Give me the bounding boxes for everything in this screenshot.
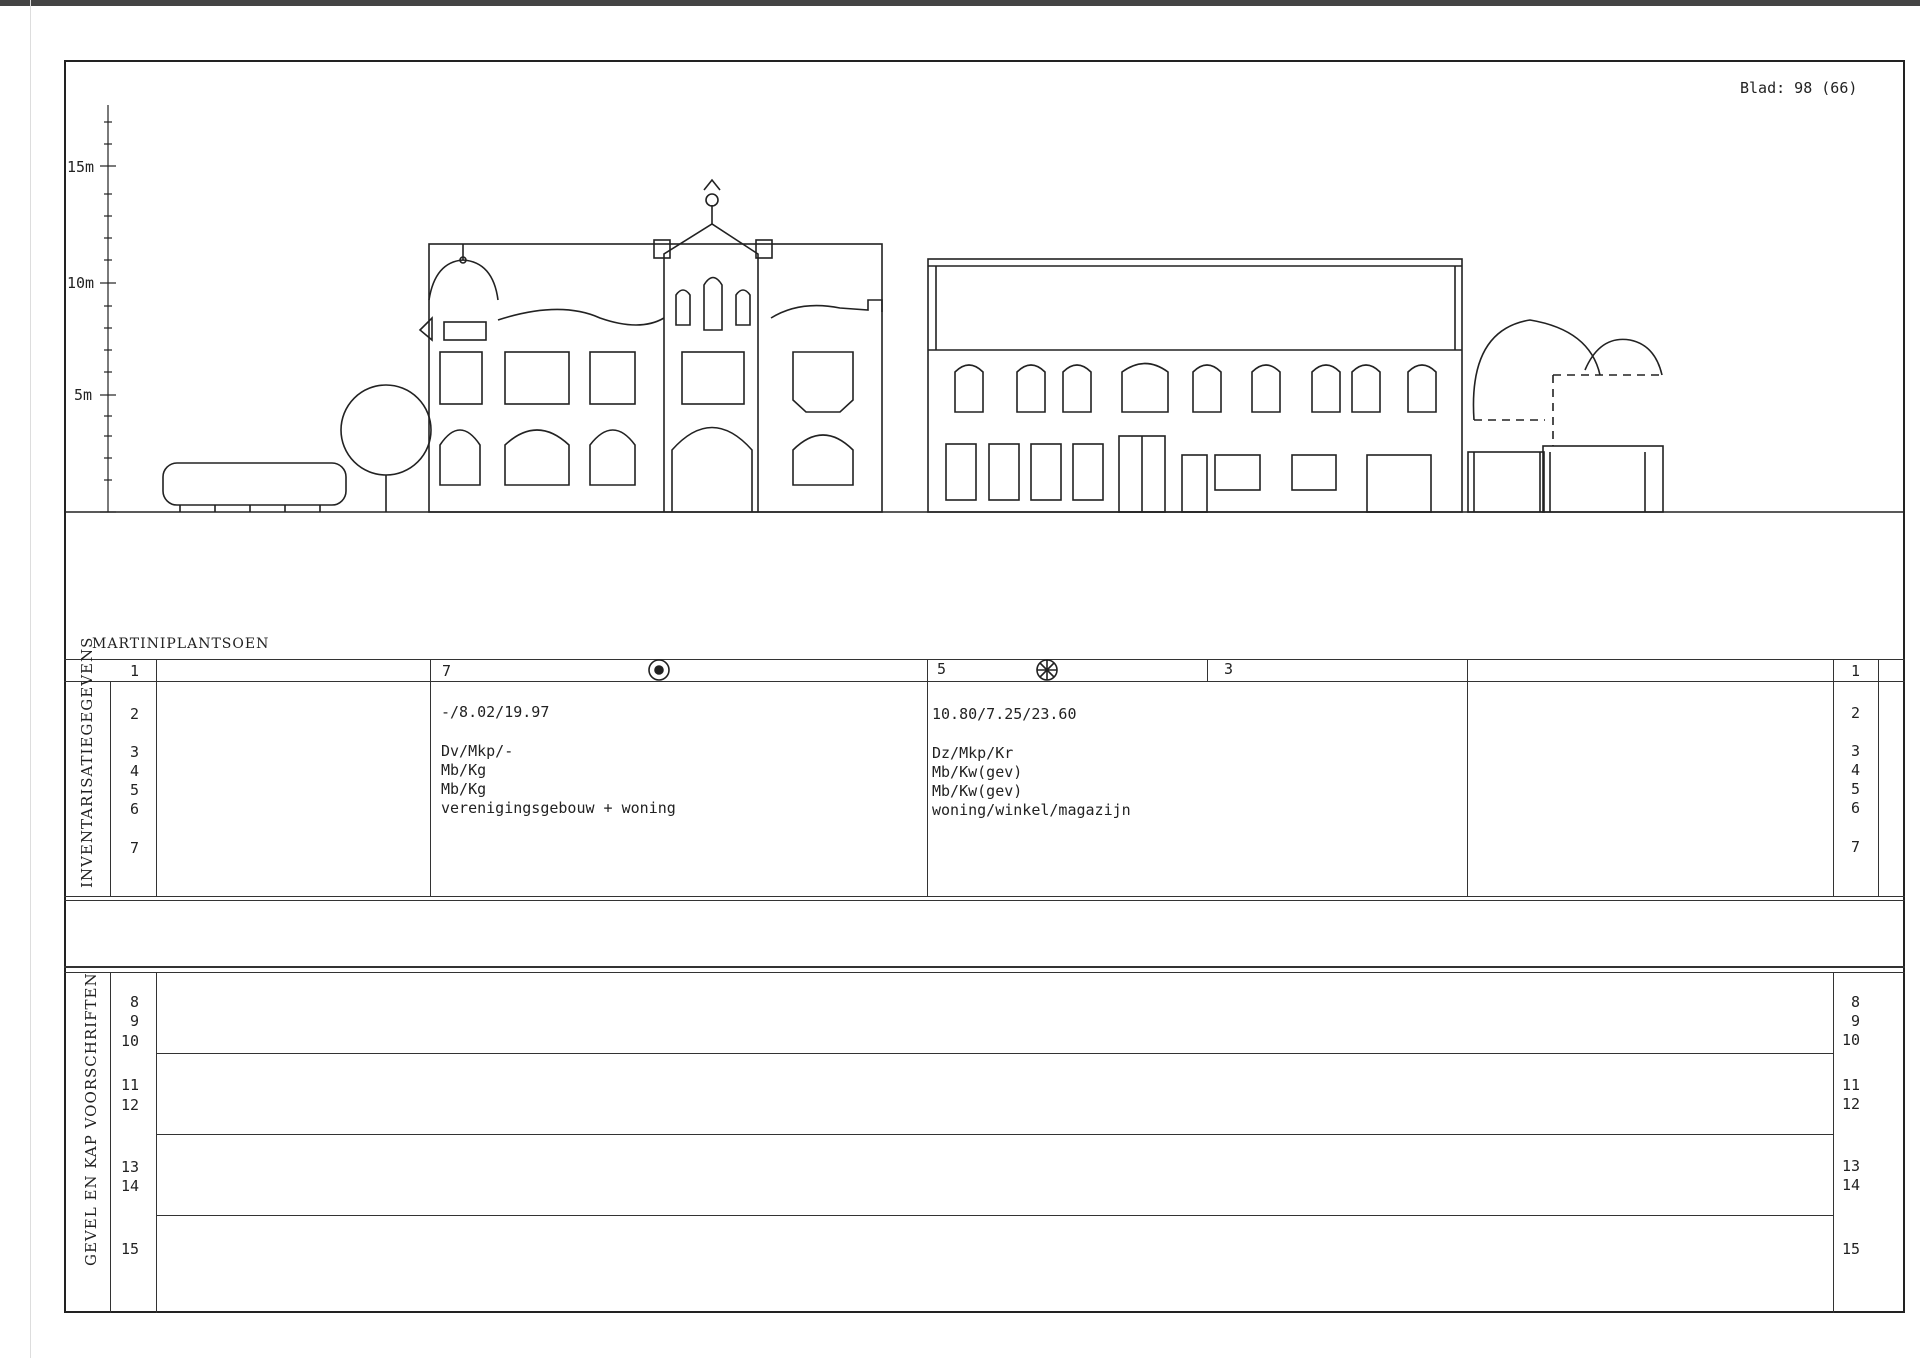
inventory-row-number-right: 2 <box>1851 704 1861 722</box>
reg-row-number: 13 <box>121 1158 140 1176</box>
building-b-material: Mb/Kw(gev) <box>932 782 1023 800</box>
reg-row-number: 9 <box>130 1012 140 1030</box>
inventory-row-number-right: 6 <box>1851 799 1861 817</box>
reg-row-number-right: 14 <box>1842 1176 1861 1194</box>
inventory-row-number: 5 <box>130 781 140 799</box>
col-line-left-a <box>110 681 111 896</box>
inventory-row-number: 7 <box>130 839 140 857</box>
header-col-a-number: 7 <box>442 662 452 680</box>
inventory-bottom-line-2 <box>64 900 1905 901</box>
reg-row-number: 11 <box>121 1076 140 1094</box>
reg-row-number-right: 13 <box>1842 1157 1861 1175</box>
inventory-row-number-right: 5 <box>1851 780 1861 798</box>
regulations-top-line <box>64 966 1905 968</box>
reg-row-number: 10 <box>121 1032 140 1050</box>
inventory-row-number: 3 <box>130 743 140 761</box>
building-b-dimensions: 10.80/7.25/23.60 <box>932 705 1077 723</box>
header-right-number: 1 <box>1851 662 1861 680</box>
inventory-row-number-right: 4 <box>1851 761 1861 779</box>
reg-row-divider-3 <box>156 1215 1833 1216</box>
reg-row-number-right: 9 <box>1851 1012 1861 1030</box>
header-left-number: 1 <box>130 662 140 680</box>
reg-row-number: 8 <box>130 993 140 1011</box>
reg-row-number: 15 <box>121 1240 140 1258</box>
reg-col-right <box>1833 972 1834 1313</box>
scale-label-15m: 15m <box>67 158 95 176</box>
col-line-3 <box>1467 659 1468 896</box>
drawing-sheet <box>64 60 1905 1313</box>
reg-row-number-right: 10 <box>1842 1031 1861 1049</box>
header-col-b-number: 5 <box>937 660 947 678</box>
col-line-2b <box>1207 660 1208 681</box>
reg-row-number-right: 12 <box>1842 1095 1861 1113</box>
building-b-facade: Mb/Kw(gev) <box>932 763 1023 781</box>
col-line-2 <box>927 659 928 896</box>
reg-row-number: 14 <box>121 1177 140 1195</box>
scale-label-10m: 10m <box>67 274 95 292</box>
reg-row-divider-2 <box>156 1134 1833 1135</box>
reg-row-number: 12 <box>121 1096 140 1114</box>
col-line-left-b <box>156 659 157 896</box>
col-line-1 <box>430 659 431 896</box>
inventory-row-number-right: 3 <box>1851 742 1861 760</box>
building-a-facade: Mb/Kg <box>441 761 487 779</box>
regulations-section-title: GEVEL EN KAP VOORSCHRIFTEN <box>82 972 100 1266</box>
header-row-bottom-line <box>64 681 1905 682</box>
building-a-function: verenigingsgebouw + woning <box>441 799 676 817</box>
inventory-row-number-right: 7 <box>1851 838 1861 856</box>
building-a-roof: Dv/Mkp/- <box>441 742 514 760</box>
inventory-row-number: 2 <box>130 705 140 723</box>
reg-row-number-right: 15 <box>1842 1240 1861 1258</box>
building-a-material: Mb/Kg <box>441 780 487 798</box>
regulations-top-line-2 <box>64 972 1905 973</box>
inventory-row-number: 6 <box>130 800 140 818</box>
reg-row-number-right: 8 <box>1851 993 1861 1011</box>
reg-row-divider-1 <box>156 1053 1833 1054</box>
scale-label-5m: 5m <box>74 386 93 404</box>
scan-top-edge <box>0 0 1920 6</box>
inventory-bottom-line <box>64 896 1905 897</box>
scan-left-edge <box>30 0 31 1358</box>
building-b-roof: Dz/Mkp/Kr <box>932 744 1014 762</box>
inventory-row-number: 4 <box>130 762 140 780</box>
street-name: MARTINIPLANTSOEN <box>92 636 270 652</box>
col-line-right-a <box>1833 659 1834 896</box>
reg-col-left-a <box>110 972 111 1313</box>
building-b-function: woning/winkel/magazijn <box>932 801 1131 819</box>
reg-col-left-b <box>156 972 157 1313</box>
col-line-right-b <box>1878 659 1879 896</box>
page-label: Blad: 98 (66) <box>1740 79 1858 97</box>
inventory-section-title: INVENTARISATIEGEGEVENS <box>78 636 96 888</box>
building-a-dimensions: -/8.02/19.97 <box>441 703 550 721</box>
reg-row-number-right: 11 <box>1842 1076 1861 1094</box>
header-col-c-number: 3 <box>1224 660 1234 678</box>
table-top-line <box>64 659 1905 660</box>
